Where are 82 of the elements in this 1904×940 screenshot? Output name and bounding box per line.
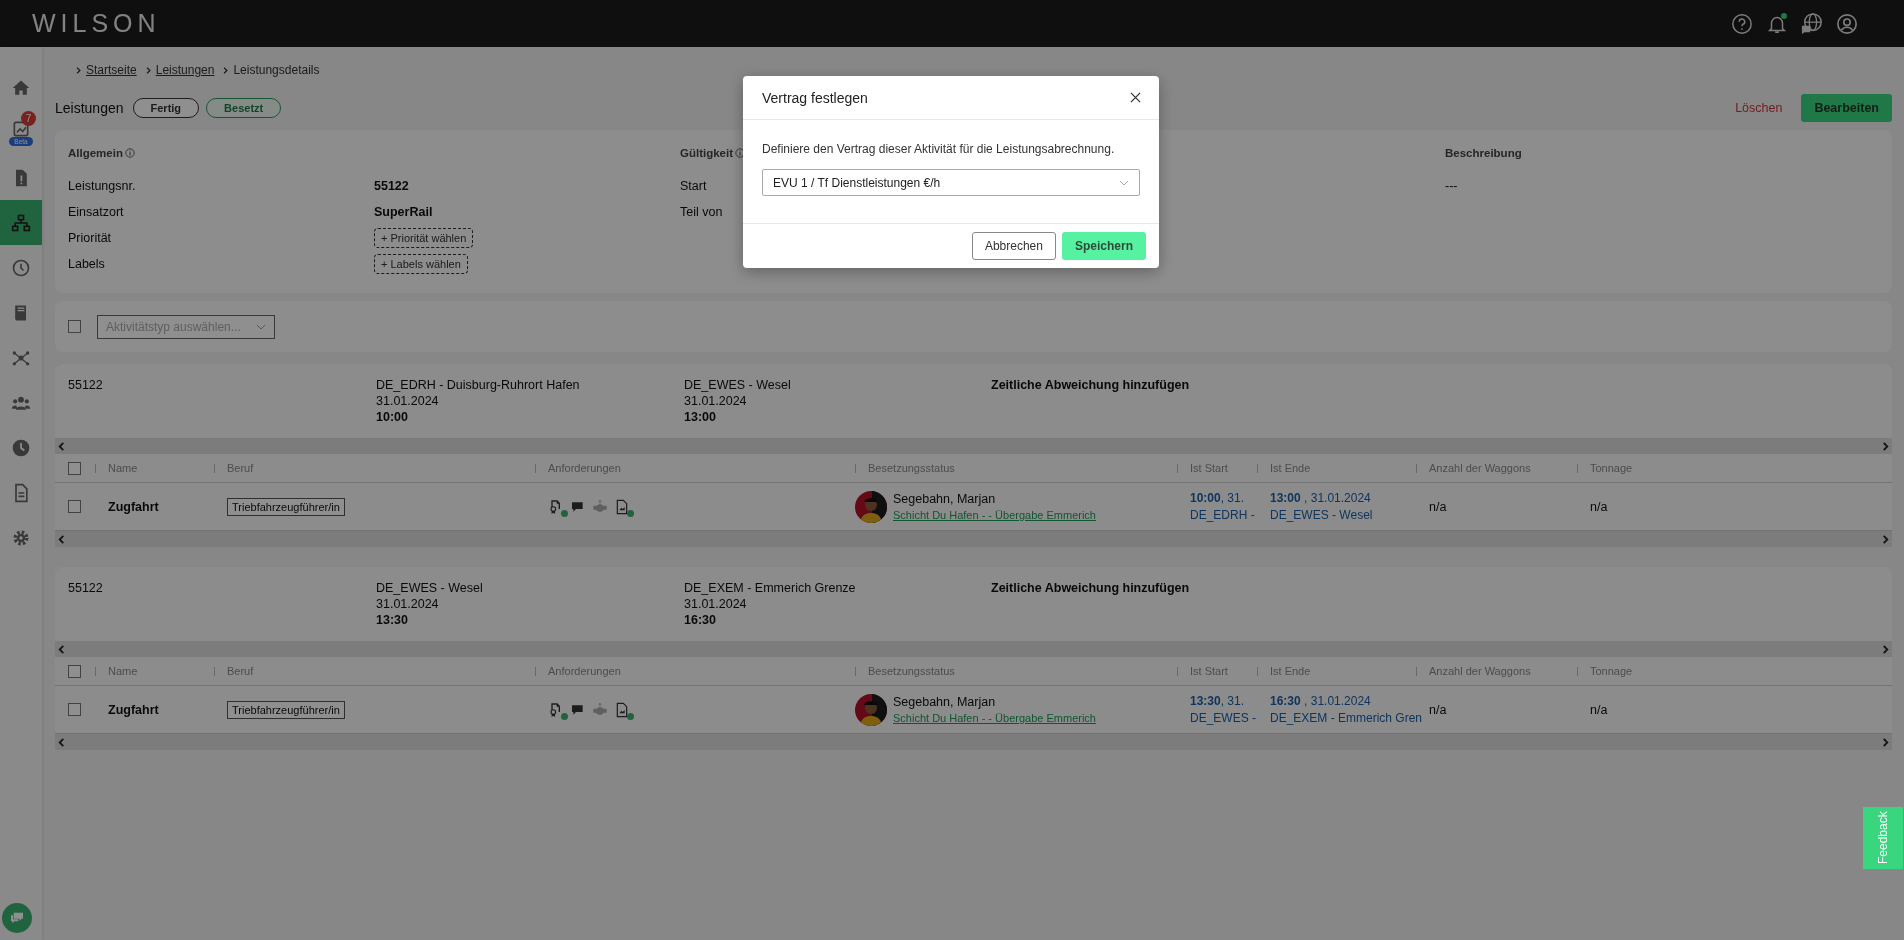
column-header[interactable]: Beruf: [227, 462, 254, 474]
field-label: Start: [680, 179, 707, 193]
breadcrumb-current: Leistungsdetails: [233, 63, 320, 77]
column-header[interactable]: Anzahl der Waggons: [1429, 462, 1531, 474]
status-chip[interactable]: Fertig: [132, 98, 200, 118]
field-label: Einsatzort: [68, 205, 124, 219]
dialog-title: Vertrag festlegen: [762, 89, 868, 106]
column-header[interactable]: Beruf: [227, 665, 254, 677]
date-text: 31.01.2024: [684, 394, 748, 408]
add-deviation-link[interactable]: Zeitliche Abweichung hinzufügen: [991, 581, 1190, 595]
breadcrumb-link[interactable]: Leistungen: [155, 63, 215, 77]
table-cell: n/a: [1590, 499, 1608, 514]
actual-end-text: 13:00 , 31.01.2024: [1270, 491, 1371, 505]
station-name: DE_EXEM - Emmerich Grenze: [684, 581, 857, 595]
field-value: SuperRail: [374, 205, 433, 219]
section-title: Allgemein: [68, 147, 123, 159]
person-name: Segebahn, Marjan: [893, 695, 997, 709]
station-name: DE_EWES - Wesel: [684, 378, 792, 392]
column-header[interactable]: Ist Start: [1190, 462, 1228, 474]
add-button[interactable]: + Labels wählen: [374, 254, 468, 274]
station-text: DE_EXEM - Emmerich Gren: [1270, 711, 1423, 725]
activity-name: Zugfahrt: [108, 499, 159, 514]
cancel-button[interactable]: Abbrechen: [971, 232, 1056, 260]
leg-number: 55122: [68, 581, 104, 595]
logo: WILSON: [32, 9, 161, 38]
contract-dropdown[interactable]: EVU 1 / Tf Dienstleistungen €/h: [762, 169, 1140, 196]
field-value: 55122: [374, 179, 409, 193]
save-button[interactable]: Speichern: [1061, 232, 1146, 260]
time-text: 13:00: [684, 410, 717, 424]
date-text: 31.01.2024: [376, 597, 440, 611]
time-text: 16:30: [684, 613, 717, 627]
column-header[interactable]: Ist Ende: [1270, 462, 1311, 474]
time-text: 10:00: [376, 410, 409, 424]
actual-start-text: 13:30, 31.: [1190, 694, 1245, 708]
leg-number: 55122: [68, 378, 104, 392]
add-button[interactable]: + Priorität wählen: [374, 228, 474, 248]
column-header[interactable]: Besetzungsstatus: [868, 462, 955, 474]
column-header[interactable]: Anzahl der Waggons: [1429, 665, 1531, 677]
status-chip[interactable]: Besetzt: [206, 98, 282, 118]
station-text: DE_EDRH -: [1190, 508, 1255, 522]
column-header[interactable]: Ist Start: [1190, 665, 1228, 677]
shift-link[interactable]: Schicht Du Hafen - - Übergabe Emmerich: [893, 712, 1096, 724]
activity-name: Zugfahrt: [108, 702, 159, 717]
column-header[interactable]: Anforderungen: [548, 462, 621, 474]
description-text: ---: [1445, 179, 1459, 193]
section-title: Beschreibung: [1445, 147, 1522, 159]
actual-start-text: 10:00, 31.: [1190, 491, 1245, 505]
dialog-text: Definiere den Vertrag dieser Aktivität für die Leistungsabrechnung.: [762, 142, 1116, 156]
section-title: Gültigkeit: [680, 147, 734, 159]
field-label: Labels: [68, 257, 105, 271]
station-name: DE_EWES - Wesel: [376, 581, 484, 595]
station-text: DE_EWES - Wesel: [1270, 508, 1373, 522]
column-header[interactable]: Ist Ende: [1270, 665, 1311, 677]
date-text: 31.01.2024: [376, 394, 440, 408]
table-cell: n/a: [1429, 702, 1447, 717]
column-header[interactable]: Besetzungsstatus: [868, 665, 955, 677]
column-header[interactable]: Anforderungen: [548, 665, 621, 677]
date-text: 31.01.2024: [684, 597, 748, 611]
field-label: Leistungsnr.: [68, 179, 136, 193]
feedback-tab[interactable]: Feedback: [1863, 806, 1904, 870]
column-header[interactable]: Tonnage: [1590, 665, 1633, 677]
column-header[interactable]: Tonnage: [1590, 462, 1633, 474]
station-text: DE_EWES -: [1190, 711, 1256, 725]
field-label: Teil von: [680, 205, 723, 219]
table-cell: n/a: [1590, 702, 1608, 717]
station-name: DE_EDRH - Duisburg-Ruhrort Hafen: [376, 378, 581, 392]
delete-button[interactable]: Löschen: [1729, 100, 1789, 116]
role-tag: Triebfahrzeugführer/in: [227, 700, 345, 719]
breadcrumb-link[interactable]: Startseite: [86, 63, 137, 77]
shift-link[interactable]: Schicht Du Hafen - - Übergabe Emmerich: [893, 509, 1096, 521]
page-title: Leistungen: [55, 100, 124, 116]
column-header[interactable]: Name: [108, 462, 138, 474]
actual-end-text: 16:30 , 31.01.2024: [1270, 694, 1371, 708]
add-deviation-link[interactable]: Zeitliche Abweichung hinzufügen: [991, 378, 1190, 392]
table-cell: n/a: [1429, 499, 1447, 514]
time-text: 13:30: [376, 613, 409, 627]
role-tag: Triebfahrzeugführer/in: [227, 497, 345, 516]
count-badge: 7: [21, 111, 36, 126]
person-name: Segebahn, Marjan: [893, 492, 997, 506]
field-label: Priorität: [68, 231, 112, 245]
edit-button[interactable]: Bearbeiten: [1801, 94, 1892, 122]
column-header[interactable]: Name: [108, 665, 138, 677]
